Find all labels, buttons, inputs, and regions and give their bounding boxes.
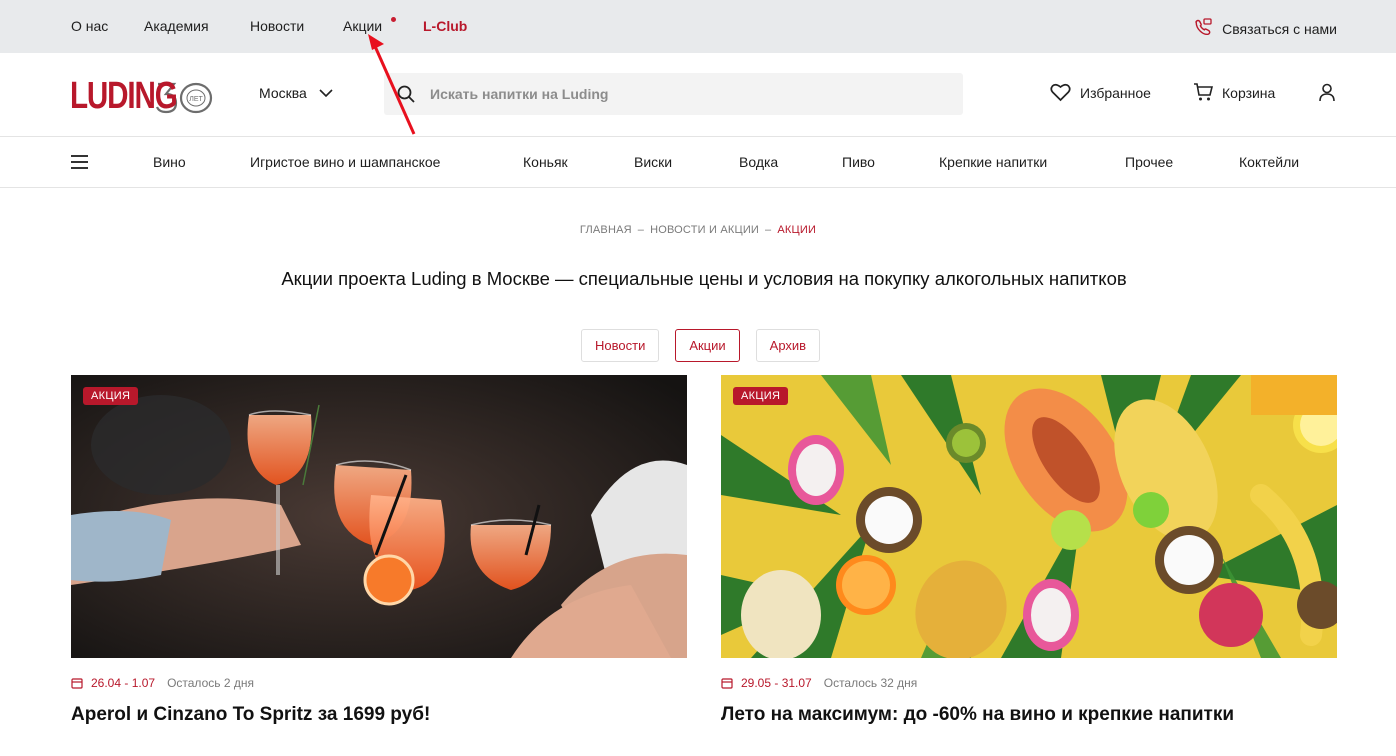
tab-promotions[interactable]: Акции (675, 329, 740, 362)
category-sparkling[interactable]: Игристое вино и шампанское (250, 154, 440, 170)
category-other[interactable]: Прочее (1125, 154, 1173, 170)
filter-tabs: Новости Акции Архив (581, 329, 821, 362)
page-title: Акции проекта Luding в Москве — специаль… (281, 268, 1127, 289)
promo-remaining: Осталось 32 дня (823, 676, 918, 690)
promo-badge: АКЦИЯ (733, 387, 789, 405)
calendar-icon (71, 678, 83, 689)
tropical-fruit-photo (721, 375, 1337, 658)
menu-icon[interactable] (71, 155, 88, 169)
notification-dot (391, 17, 396, 22)
promo-badge: АКЦИЯ (83, 387, 139, 405)
category-nav: Вино Игристое вино и шампанское Коньяк В… (0, 137, 1396, 188)
favorites-button[interactable]: Избранное (1050, 83, 1151, 102)
breadcrumb-news[interactable]: НОВОСТИ И АКЦИИ (650, 224, 759, 236)
logo-badge: ЛЕТ (189, 96, 203, 103)
category-wine[interactable]: Вино (153, 154, 186, 170)
promo-remaining: Осталось 2 дня (167, 676, 254, 690)
user-icon (1319, 83, 1335, 102)
search-icon[interactable] (397, 85, 415, 103)
search-input[interactable] (430, 86, 910, 102)
promo-card[interactable]: АКЦИЯ 29.05 - 31.07 Осталось 32 дня Лето… (721, 375, 1337, 726)
top-link-promotions[interactable]: Акции (343, 18, 382, 34)
promo-title[interactable]: Aperol и Cinzano To Spritz за 1699 руб! (71, 704, 687, 726)
promo-dates: 29.05 - 31.07 (741, 676, 812, 690)
promo-dates: 26.04 - 1.07 (91, 676, 156, 690)
tab-news[interactable]: Новости (581, 329, 660, 362)
contact-label: Связаться с нами (1222, 20, 1337, 37)
calendar-icon (721, 678, 733, 689)
favorites-label: Избранное (1080, 84, 1151, 101)
cart-button[interactable]: Корзина (1193, 83, 1275, 102)
breadcrumb-home[interactable]: ГЛАВНАЯ (580, 224, 632, 236)
top-link-news[interactable]: Новости (250, 18, 304, 34)
city-label: Москва (259, 85, 307, 101)
category-cocktails[interactable]: Коктейли (1239, 154, 1299, 170)
city-selector[interactable]: Москва (259, 85, 333, 101)
tab-archive[interactable]: Архив (755, 329, 821, 362)
heart-icon (1050, 83, 1071, 102)
category-whisky[interactable]: Виски (634, 154, 672, 170)
promo-meta: 26.04 - 1.07 Осталось 2 дня (71, 676, 687, 690)
chevron-down-icon (319, 89, 333, 97)
top-bar: О нас Академия Новости Акции L-Club Связ… (0, 0, 1396, 53)
cart-label: Корзина (1222, 84, 1276, 101)
category-cognac[interactable]: Коньяк (523, 154, 568, 170)
phone-chat-icon (1193, 17, 1213, 40)
top-link-academy[interactable]: Академия (144, 18, 209, 34)
breadcrumb-current: АКЦИИ (777, 224, 817, 236)
breadcrumb-separator: – (637, 224, 645, 236)
cocktail-photo (71, 375, 687, 658)
contact-us-link[interactable]: Связаться с нами (1193, 17, 1337, 40)
account-button[interactable] (1318, 83, 1336, 102)
promo-meta: 29.05 - 31.07 Осталось 32 дня (721, 676, 1337, 690)
top-link-lclub[interactable]: L-Club (423, 18, 467, 34)
logo[interactable]: LUDING ЛЕТ (70, 74, 224, 117)
breadcrumb: ГЛАВНАЯ – НОВОСТИ И АКЦИИ – АКЦИИ (0, 224, 1396, 236)
promo-title[interactable]: Лето на максимум: до -60% на вино и креп… (721, 704, 1337, 726)
category-spirits[interactable]: Крепкие напитки (939, 154, 1047, 170)
promo-image-summer[interactable]: АКЦИЯ (721, 375, 1337, 658)
category-beer[interactable]: Пиво (842, 154, 875, 170)
breadcrumb-separator: – (765, 224, 772, 236)
search-bar (384, 73, 963, 115)
logo-text: LUDING (70, 74, 178, 117)
promo-image-spritz[interactable]: АКЦИЯ (71, 375, 687, 658)
main-header: LUDING ЛЕТ Москва Избранное Корзина (0, 53, 1396, 137)
top-link-about[interactable]: О нас (71, 18, 108, 34)
cart-icon (1194, 83, 1213, 101)
promo-card[interactable]: АКЦИЯ 26.04 - 1.07 Осталось 2 дня Aperol… (71, 375, 687, 726)
category-vodka[interactable]: Водка (739, 154, 778, 170)
